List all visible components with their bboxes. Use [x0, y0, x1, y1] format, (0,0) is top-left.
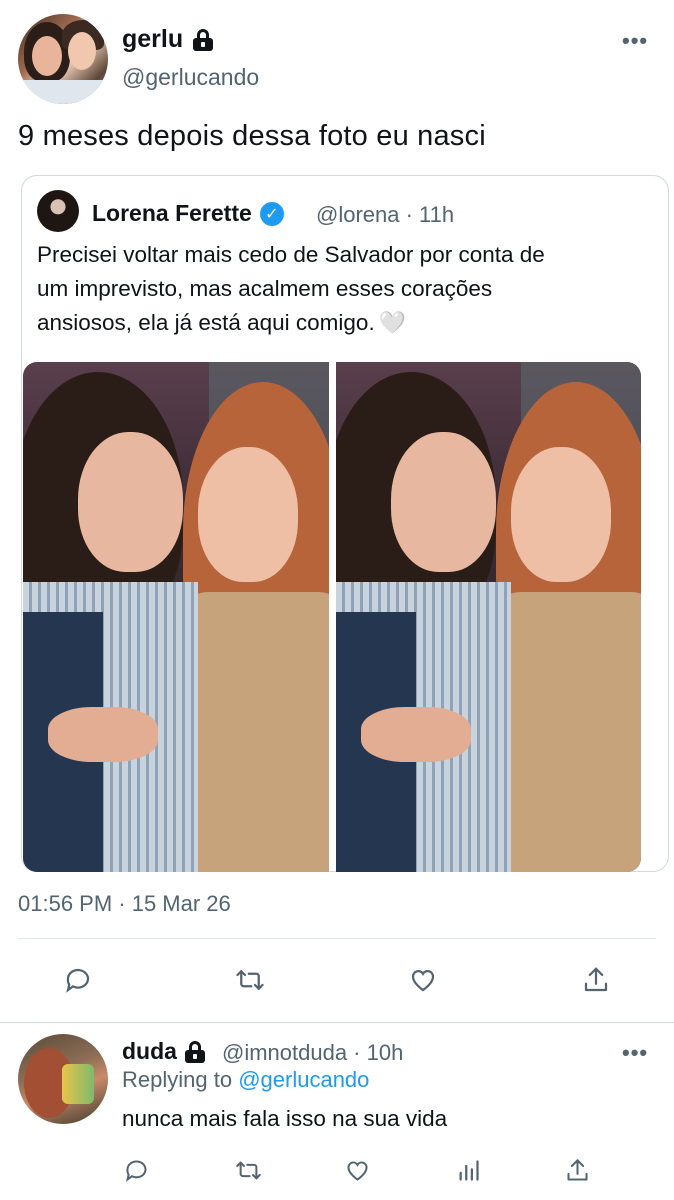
quoted-display-name[interactable]: Lorena Ferette ✓: [92, 200, 284, 227]
share-icon: [566, 1158, 588, 1181]
reply-button[interactable]: [58, 960, 98, 1000]
verified-icon: ✓: [259, 201, 284, 226]
lock-icon: [193, 28, 214, 51]
quoted-text-line-text: ansiosos, ela já está aqui comigo.: [37, 310, 375, 335]
like-icon: [411, 969, 435, 992]
retweet-button[interactable]: [228, 1150, 268, 1190]
tweet-text: 9 meses depois dessa foto eu nasci: [18, 120, 486, 152]
share-icon: [584, 967, 608, 992]
reply-handle-time: @imnotduda · 10h: [222, 1040, 404, 1065]
replying-to-mention[interactable]: @gerlucando: [238, 1067, 369, 1092]
quoted-avatar[interactable]: [37, 190, 79, 232]
like-button[interactable]: [403, 960, 443, 1000]
more-icon[interactable]: •••: [622, 1040, 648, 1066]
display-name[interactable]: gerlu: [122, 25, 214, 54]
quoted-display-name-text[interactable]: Lorena Ferette: [92, 200, 252, 227]
reply-button[interactable]: [116, 1150, 156, 1190]
like-icon: [346, 1160, 368, 1181]
quoted-photo-1[interactable]: [23, 362, 329, 872]
white-heart-emoji: 🤍: [378, 310, 407, 335]
quoted-text-line: ansiosos, ela já está aqui comigo. 🤍: [37, 306, 637, 340]
lock-icon: [184, 1040, 205, 1063]
user-handle[interactable]: @gerlucando: [122, 64, 259, 91]
retweet-button[interactable]: [230, 960, 270, 1000]
retweet-icon: [236, 970, 264, 990]
tweet-timestamp[interactable]: 01:56 PM · 15 Mar 26: [18, 891, 231, 917]
share-button[interactable]: [557, 1150, 597, 1190]
reply-icon: [125, 1160, 146, 1182]
quoted-handle-time: @lorena · 11h: [316, 202, 455, 227]
more-icon[interactable]: •••: [622, 28, 648, 54]
reply-avatar[interactable]: [18, 1034, 108, 1124]
display-name-text[interactable]: gerlu: [122, 25, 183, 54]
quoted-text-line: Precisei voltar mais cedo de Salvador po…: [37, 242, 545, 267]
share-button[interactable]: [576, 960, 616, 1000]
quoted-text-line: um imprevisto, mas acalmem esses coraçõe…: [37, 276, 493, 301]
divider: [18, 938, 656, 939]
separator: [0, 1022, 674, 1023]
quoted-photo-2[interactable]: [336, 362, 641, 872]
reply-display-name-text[interactable]: duda: [122, 1038, 177, 1065]
avatar[interactable]: [18, 14, 108, 104]
analytics-icon: [459, 1159, 479, 1181]
reply-icon: [66, 968, 90, 993]
replying-to: Replying to @gerlucando: [122, 1067, 369, 1093]
like-button[interactable]: [337, 1150, 377, 1190]
replying-to-prefix: Replying to: [122, 1067, 233, 1092]
reply-display-name[interactable]: duda: [122, 1038, 205, 1065]
reply-text: nunca mais fala isso na sua vida: [122, 1106, 448, 1131]
analytics-button[interactable]: [448, 1150, 488, 1190]
retweet-icon: [235, 1161, 261, 1179]
quoted-tweet-text: Precisei voltar mais cedo de Salvador po…: [37, 238, 637, 340]
